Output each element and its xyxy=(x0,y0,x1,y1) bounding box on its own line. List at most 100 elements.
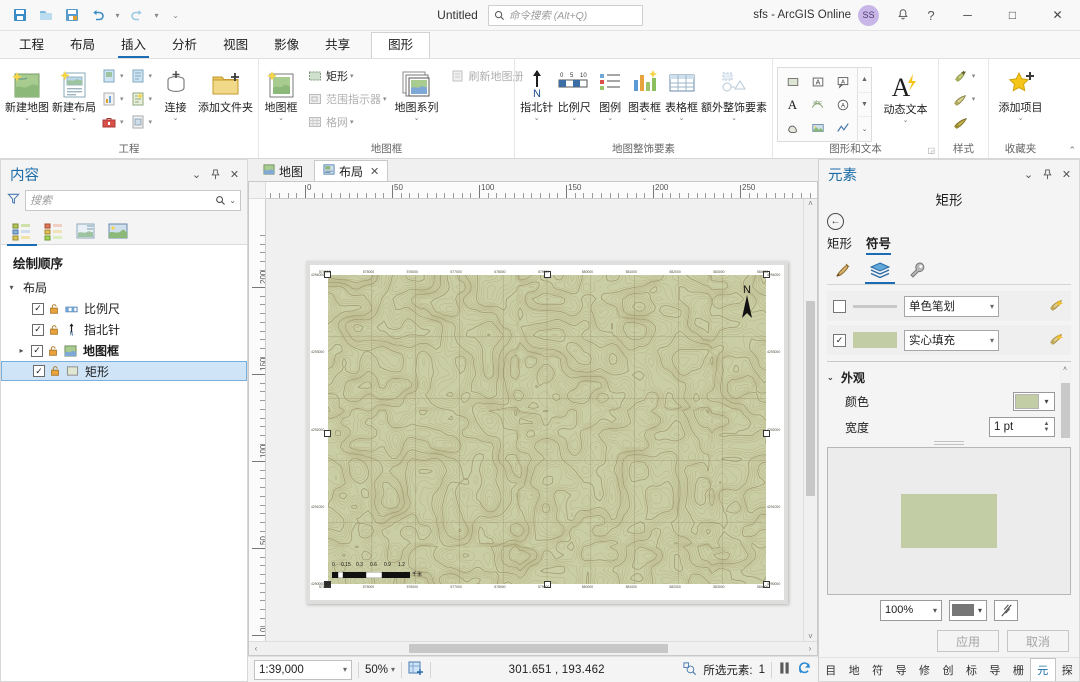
gallery-expand-icon[interactable]: ⌄ xyxy=(858,116,871,141)
dock-item-3[interactable]: 导 xyxy=(889,658,912,681)
add-folder-button[interactable]: 添加文件夹 xyxy=(197,64,254,114)
chevron-down-icon[interactable]: ⌄ xyxy=(571,115,577,122)
horizontal-ruler[interactable]: 0 50 100 150 200 250 xyxy=(266,182,817,199)
filter-icon[interactable] xyxy=(7,192,20,208)
rectangle-graphic-icon[interactable] xyxy=(780,70,805,93)
dock-item-7[interactable]: 导 xyxy=(983,658,1006,681)
vertical-ruler[interactable]: 050100150200 xyxy=(249,199,266,641)
toc-row-northarrow[interactable]: ✓ N 指北针 xyxy=(1,319,247,340)
chevron-down-icon[interactable]: ⌄ xyxy=(278,115,284,122)
chevron-down-icon[interactable]: ▾ xyxy=(391,665,395,674)
chevron-down-icon[interactable]: ⌄ xyxy=(173,115,179,122)
import-map-button[interactable]: ▾ xyxy=(98,65,126,87)
chevron-down-icon[interactable]: ▾ xyxy=(383,95,387,103)
dialog-launcher-icon[interactable]: ◲ xyxy=(927,144,935,157)
back-arrow-icon[interactable]: ← xyxy=(827,212,844,230)
chevron-down-icon[interactable]: ▾ xyxy=(990,336,994,345)
wrench-properties-icon[interactable] xyxy=(905,257,929,283)
callout-text-icon[interactable]: A xyxy=(830,70,855,93)
expander-icon[interactable]: ▸ xyxy=(15,346,28,355)
properties-scrollbar[interactable]: ˄ xyxy=(1059,366,1071,438)
pin-icon[interactable] xyxy=(1039,166,1056,183)
style-apply-button[interactable] xyxy=(950,111,978,133)
scroll-right-icon[interactable]: › xyxy=(803,644,817,653)
cancel-button[interactable]: 取消 xyxy=(1007,630,1069,652)
toc-row-rectangle[interactable]: ✓ 矩形 xyxy=(1,361,247,381)
map-image[interactable] xyxy=(328,275,766,584)
stroke-type-combo[interactable]: 单色笔划 ▾ xyxy=(904,295,999,317)
preview-background-color[interactable]: ▾ xyxy=(949,599,987,621)
list-by-selection-icon[interactable] xyxy=(41,218,67,244)
chevron-down-icon[interactable]: ⌄ xyxy=(534,115,540,122)
chevron-down-icon[interactable]: ⌄ xyxy=(679,115,685,122)
chart-frame-button[interactable]: 图表框 ⌄ xyxy=(626,64,663,122)
chevron-down-icon[interactable]: ▾ xyxy=(149,118,153,126)
brush-gallery-icon[interactable] xyxy=(831,257,855,283)
close-icon[interactable]: ✕ xyxy=(1058,166,1075,183)
chevron-down-icon[interactable]: ▾ xyxy=(1039,397,1054,406)
stroke-enabled-checkbox[interactable] xyxy=(833,299,846,313)
open-icon[interactable] xyxy=(34,4,58,26)
dock-item-0[interactable]: 目 xyxy=(819,658,842,681)
expander-icon[interactable]: ▾ xyxy=(5,283,18,292)
chevron-down-icon[interactable]: ▾ xyxy=(933,606,937,615)
spinner-down-icon[interactable]: ▼ xyxy=(1044,427,1050,433)
save-as-icon[interactable] xyxy=(60,4,84,26)
redo-icon[interactable] xyxy=(125,4,149,26)
new-report-button[interactable]: ▾ xyxy=(127,88,155,110)
gallery-scroll-down-icon[interactable]: ▼ xyxy=(858,91,871,117)
save-icon[interactable] xyxy=(8,4,32,26)
circle-text-icon[interactable]: A xyxy=(830,93,855,116)
visibility-checkbox[interactable]: ✓ xyxy=(31,344,43,357)
text-a-icon[interactable]: A xyxy=(780,93,805,116)
scale-combo[interactable]: 1:39,000 ▾ xyxy=(254,659,352,680)
chevron-down-icon[interactable]: ▾ xyxy=(149,95,153,103)
map-frame[interactable]: N 0 0.15 0.3 0.6 0.9 1.2 千米 574000 57400… xyxy=(310,265,784,600)
add-favorite-button[interactable]: 添加项目 ⌄ xyxy=(993,64,1048,122)
dock-item-2[interactable]: 符 xyxy=(866,658,889,681)
color-picker[interactable]: ▾ xyxy=(1013,391,1055,411)
add-folder-small-button[interactable]: ▾ xyxy=(127,65,155,87)
style-import-button[interactable]: ▾ xyxy=(950,65,978,87)
ribbon-tab-insert[interactable]: 插入 xyxy=(108,33,159,58)
chevron-down-icon[interactable]: ▾ xyxy=(149,72,153,80)
chevron-down-icon[interactable]: ⌄ xyxy=(1020,166,1037,183)
chevron-down-icon[interactable]: ▾ xyxy=(974,606,986,615)
chevron-down-icon[interactable]: ⌄ xyxy=(827,373,836,382)
diagonal-split-icon[interactable] xyxy=(994,599,1018,621)
toc-row-mapframe[interactable]: ▸ ✓ 地图框 xyxy=(1,340,247,361)
curve-text-icon[interactable]: abc xyxy=(805,93,830,116)
chevron-down-icon[interactable]: ▾ xyxy=(120,72,124,80)
toolbox-button[interactable]: ▾ xyxy=(98,111,126,133)
dock-item-4[interactable]: 修 xyxy=(913,658,936,681)
scroll-up-icon[interactable]: ˄ xyxy=(804,199,818,208)
ribbon-tab-project[interactable]: 工程 xyxy=(6,33,57,58)
visibility-checkbox[interactable]: ✓ xyxy=(33,365,45,377)
bell-icon[interactable] xyxy=(889,2,917,28)
extent-indicator-button[interactable]: 范围指示器 ▾ xyxy=(304,88,389,110)
customize-qat-icon[interactable]: ⌄ xyxy=(170,4,181,26)
dock-item-1[interactable]: 地 xyxy=(842,658,865,681)
symbol-layers-icon[interactable] xyxy=(865,257,895,284)
structure-icon[interactable] xyxy=(1048,331,1065,350)
apply-button[interactable]: 应用 xyxy=(937,630,999,652)
close-icon[interactable]: ✕ xyxy=(370,165,379,178)
question-icon[interactable]: ? xyxy=(917,2,945,28)
north-arrow-button[interactable]: N 指北针 ⌄ xyxy=(519,64,554,122)
toc-row-scalebar[interactable]: ✓ 比例尺 xyxy=(1,298,247,319)
rectangle-frame-button[interactable]: 矩形 ▾ xyxy=(304,65,389,87)
chevron-down-icon[interactable]: ▾ xyxy=(343,665,347,674)
chevron-down-icon[interactable]: ⌄ xyxy=(188,166,205,183)
undo-icon[interactable] xyxy=(86,4,110,26)
table-frame-button[interactable]: 表格框 ⌄ xyxy=(663,64,700,122)
scroll-down-icon[interactable]: ˅ xyxy=(804,632,818,641)
tab-symbol[interactable]: 符号 xyxy=(866,233,892,255)
gallery-scroll-up-icon[interactable]: ▲ xyxy=(858,68,871,92)
command-search-box[interactable]: 命令搜索 (Alt+Q) xyxy=(487,4,643,26)
new-map-button[interactable]: 新建地图 ⌄ xyxy=(4,64,50,122)
visibility-checkbox[interactable]: ✓ xyxy=(32,323,44,336)
width-spinner[interactable]: 1 pt ▲ ▼ xyxy=(989,417,1055,437)
view-tab-layout[interactable]: 布局 ✕ xyxy=(314,160,389,181)
chevron-down-icon[interactable]: ▾ xyxy=(120,95,124,103)
scale-bar-button[interactable]: 0 5 10 比例尺 ⌄ xyxy=(554,64,594,122)
